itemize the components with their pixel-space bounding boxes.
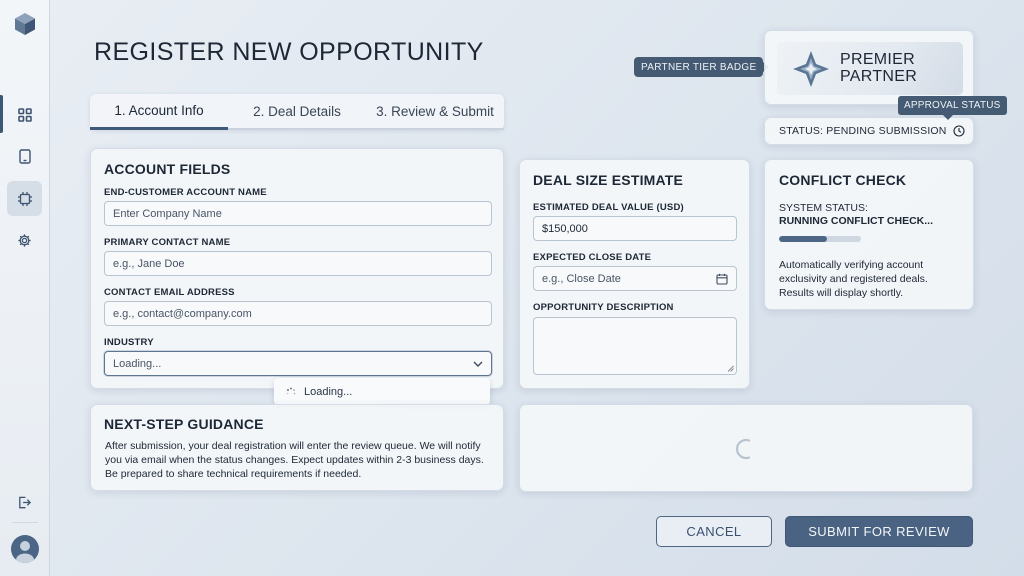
email-placeholder: e.g., contact@company.com [113, 307, 252, 320]
email-label: CONTACT EMAIL ADDRESS [104, 287, 235, 298]
approval-status-text: STATUS: PENDING SUBMISSION [779, 125, 947, 137]
description-textarea[interactable] [533, 317, 737, 375]
account-fields-title: ACCOUNT FIELDS [104, 161, 231, 177]
company-name-placeholder: Enter Company Name [113, 207, 222, 220]
cancel-button[interactable]: CANCEL [656, 516, 772, 547]
chip-icon [17, 191, 32, 206]
contact-label: PRIMARY CONTACT NAME [104, 237, 231, 248]
deal-size-title: DEAL SIZE ESTIMATE [533, 172, 684, 188]
industry-value: Loading... [113, 357, 162, 370]
deal-size-card: DEAL SIZE ESTIMATE ESTIMATED DEAL VALUE … [519, 159, 750, 389]
sidebar-item-settings[interactable] [7, 223, 42, 258]
nav-active-indicator [0, 95, 3, 133]
tab-account-info[interactable]: 1. Account Info [90, 94, 228, 130]
account-fields-card: ACCOUNT FIELDS END-CUSTOMER ACCOUNT NAME… [90, 148, 504, 389]
approval-status-bar: STATUS: PENDING SUBMISSION [764, 117, 974, 145]
conflict-check-title: CONFLICT CHECK [779, 172, 907, 188]
sidebar [0, 0, 50, 576]
partner-tier-tooltip: PARTNER TIER BADGE [634, 57, 770, 77]
close-date-placeholder: e.g., Close Date [542, 272, 621, 285]
submit-for-review-button[interactable]: SUBMIT FOR REVIEW [785, 516, 973, 547]
deal-value-text: $150,000 [542, 222, 588, 235]
sidebar-item-deals[interactable] [7, 181, 42, 216]
gear-icon [18, 234, 31, 247]
industry-dropdown-menu: Loading... [274, 378, 490, 405]
clock-icon [953, 125, 965, 137]
logout-icon [19, 496, 32, 509]
logout-button[interactable] [7, 485, 42, 520]
sidebar-item-documents[interactable] [7, 139, 42, 174]
sidebar-item-dashboard[interactable] [7, 97, 42, 132]
spinner-icon [286, 387, 296, 394]
contact-name-placeholder: e.g., Jane Doe [113, 257, 185, 270]
dropdown-loading-text: Loading... [304, 385, 353, 398]
approval-status-tooltip: APPROVAL STATUS [898, 96, 1007, 120]
tablet-icon [18, 149, 31, 164]
guidance-title: NEXT-STEP GUIDANCE [104, 416, 264, 432]
deal-value-label: ESTIMATED DEAL VALUE (USD) [533, 202, 684, 213]
deal-value-input[interactable]: $150,000 [533, 216, 737, 241]
chevron-down-icon [473, 361, 483, 367]
sidebar-divider [12, 522, 38, 523]
company-name-input[interactable]: Enter Company Name [104, 201, 492, 226]
system-status-label: SYSTEM STATUS: [779, 202, 868, 214]
close-date-input[interactable]: e.g., Close Date [533, 266, 737, 291]
badge-line2: PARTNER [840, 68, 918, 85]
user-avatar[interactable] [11, 535, 39, 563]
resize-handle-icon[interactable] [727, 365, 734, 372]
tab-review-submit[interactable]: 3. Review & Submit [366, 94, 504, 130]
conflict-progress-bar [779, 236, 861, 242]
step-tabs: 1. Account Info 2. Deal Details 3. Revie… [90, 94, 504, 130]
contact-name-input[interactable]: e.g., Jane Doe [104, 251, 492, 276]
grid-icon [17, 107, 32, 122]
calendar-icon[interactable] [716, 273, 728, 285]
user-avatar-icon [16, 541, 34, 563]
badge-line1: PREMIER [840, 51, 915, 68]
conflict-check-card: CONFLICT CHECK SYSTEM STATUS: RUNNING CO… [764, 159, 974, 310]
star-emblem-icon [793, 51, 829, 87]
system-status-value: RUNNING CONFLICT CHECK... [779, 215, 933, 227]
loading-panel [519, 404, 973, 492]
loading-spinner-icon [735, 438, 751, 460]
badge-inner: PREMIER PARTNER [777, 42, 963, 95]
conflict-description: Automatically verifying account exclusiv… [779, 259, 928, 299]
description-label: OPPORTUNITY DESCRIPTION [533, 302, 674, 313]
partner-tier-badge[interactable]: PREMIER PARTNER [764, 30, 974, 105]
cube-logo-icon[interactable] [14, 12, 36, 36]
guidance-text: After submission, your deal registration… [105, 440, 484, 480]
close-date-label: EXPECTED CLOSE DATE [533, 252, 652, 263]
industry-select[interactable]: Loading... [104, 351, 492, 376]
tab-deal-details[interactable]: 2. Deal Details [228, 94, 366, 130]
guidance-card: NEXT-STEP GUIDANCE After submission, you… [90, 404, 504, 491]
company-label: END-CUSTOMER ACCOUNT NAME [104, 187, 267, 198]
badge-text: PREMIER PARTNER [840, 51, 917, 85]
conflict-progress-fill [779, 236, 827, 242]
email-input[interactable]: e.g., contact@company.com [104, 301, 492, 326]
industry-label: INDUSTRY [104, 337, 154, 348]
page-title: REGISTER NEW OPPORTUNITY [94, 38, 484, 66]
